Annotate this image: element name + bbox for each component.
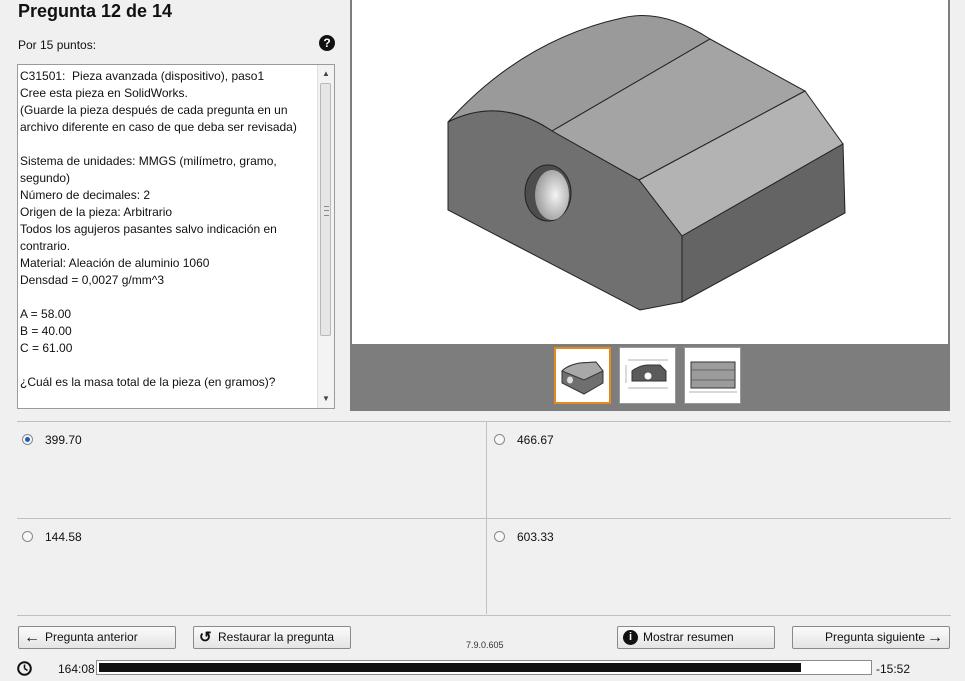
thumbnail-side-view[interactable] [684, 347, 741, 404]
remaining-time: -15:52 [876, 662, 911, 676]
next-question-button[interactable]: Pregunta siguiente → [792, 626, 950, 649]
show-summary-label: Mostrar resumen [643, 630, 734, 644]
time-progress-bar [96, 660, 872, 675]
question-text: C31501: Pieza avanzada (dispositivo), pa… [20, 69, 297, 389]
question-title: Pregunta 12 de 14 [18, 1, 173, 21]
previous-question-label: Pregunta anterior [45, 630, 138, 644]
answer-option-2[interactable]: 466.67 [487, 422, 951, 518]
vertical-scrollbar[interactable]: ▲ ▼ [317, 65, 334, 408]
image-viewer [350, 0, 950, 411]
answer-label: 603.33 [517, 530, 554, 544]
answer-label: 399.70 [45, 433, 82, 447]
answer-label: 144.58 [45, 530, 82, 544]
scrollbar-thumb[interactable] [320, 83, 331, 336]
scroll-down-icon[interactable]: ▼ [318, 391, 334, 407]
time-progress-fill [99, 663, 801, 672]
version-label: 7.9.0.605 [466, 640, 504, 650]
thumbnail-isometric[interactable] [554, 347, 611, 404]
undo-icon: ↺ [199, 629, 212, 646]
answer-radio[interactable] [22, 434, 33, 445]
show-summary-button[interactable]: i Mostrar resumen [617, 626, 775, 649]
previous-question-button[interactable]: ← Pregunta anterior [18, 626, 176, 649]
clock-icon [17, 661, 32, 676]
question-circle-icon[interactable]: ? [319, 35, 335, 51]
answer-radio[interactable] [494, 434, 505, 445]
scroll-up-icon[interactable]: ▲ [318, 66, 334, 82]
answer-label: 466.67 [517, 433, 554, 447]
arrow-right-icon: → [927, 629, 943, 646]
answer-radio[interactable] [494, 531, 505, 542]
answer-option-1[interactable]: 399.70 [17, 422, 486, 518]
answer-option-3[interactable]: 144.58 [17, 519, 486, 614]
next-question-label: Pregunta siguiente [825, 630, 926, 644]
info-icon: i [623, 630, 638, 645]
part-isometric-image [447, 15, 846, 311]
reset-question-button[interactable]: ↺ Restaurar la pregunta [193, 626, 351, 649]
thumbnail-front-view[interactable] [619, 347, 676, 404]
answer-option-4[interactable]: 603.33 [487, 519, 951, 614]
part-image [352, 0, 948, 344]
elapsed-time: 164:08 [58, 662, 95, 676]
answer-radio[interactable] [22, 531, 33, 542]
points-label: Por 15 puntos: [18, 38, 97, 52]
arrow-left-icon: ← [24, 629, 40, 646]
reset-question-label: Restaurar la pregunta [218, 630, 335, 644]
thumbnail-strip [350, 344, 950, 411]
question-text-box[interactable]: C31501: Pieza avanzada (dispositivo), pa… [17, 64, 335, 409]
